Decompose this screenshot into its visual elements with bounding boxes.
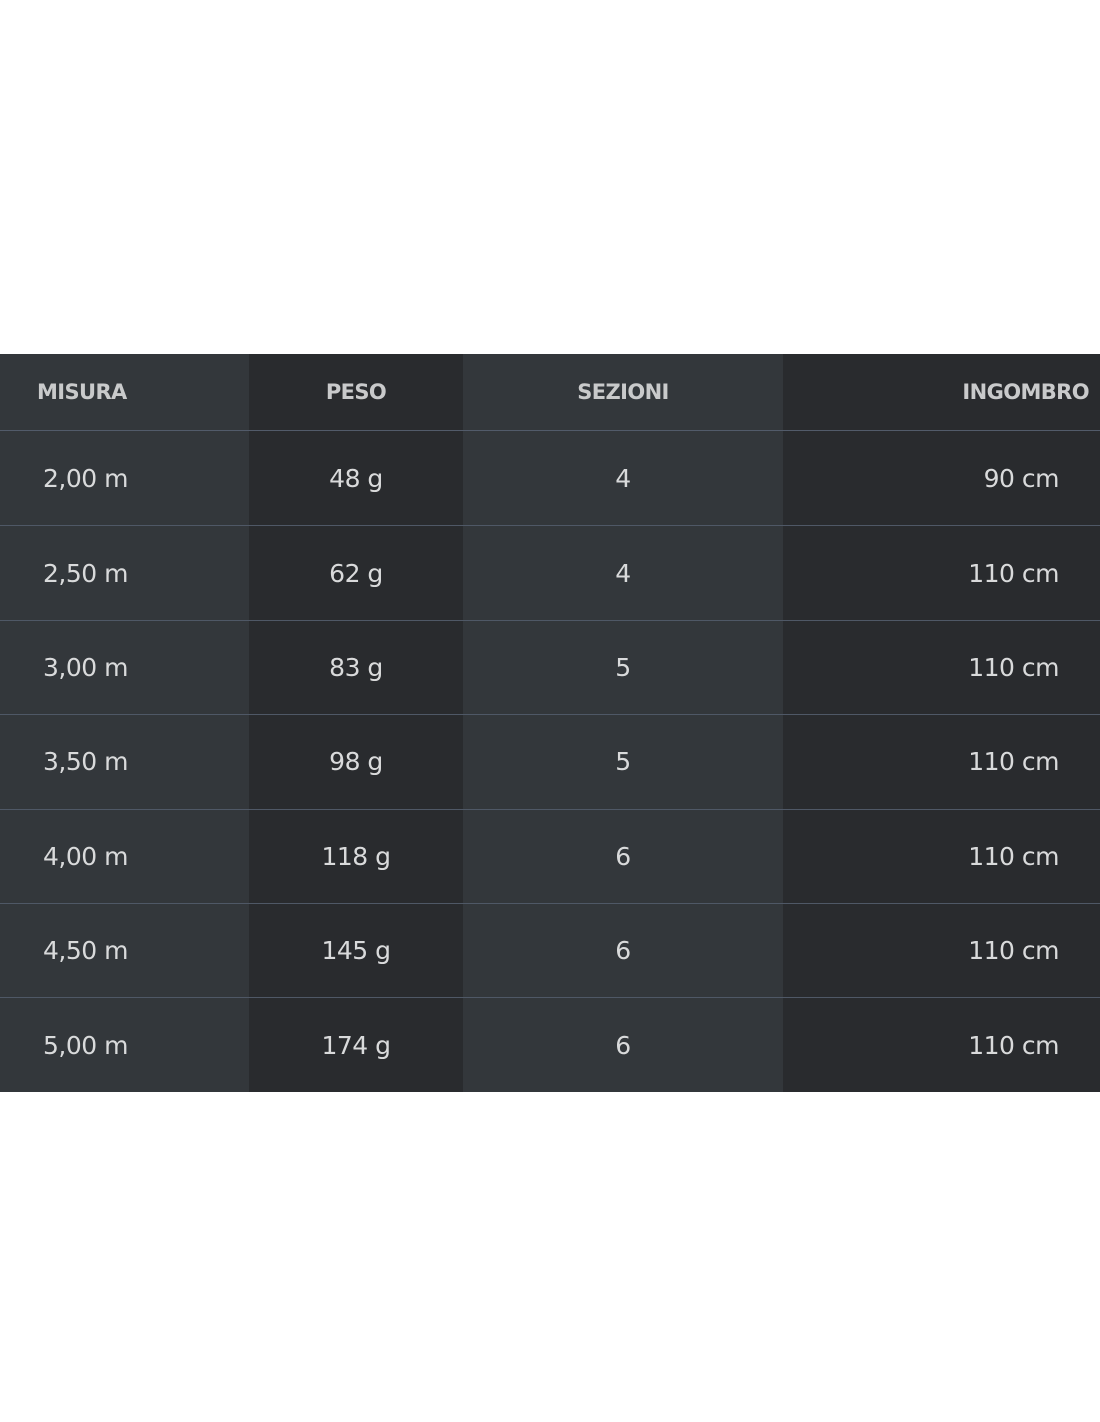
cell-peso: 145 g [249, 902, 463, 998]
cell-ingombro: 110 cm [783, 714, 1100, 809]
cell-misura: 2,50 m [0, 525, 249, 620]
cell-ingombro: 90 cm [783, 431, 1100, 526]
cell-misura: 5,00 m [0, 997, 249, 1092]
cell-peso: 48 g [249, 431, 463, 526]
cell-ingombro: 110 cm [783, 997, 1100, 1092]
cell-peso: 62 g [249, 525, 463, 620]
column-header-peso: PESO [249, 354, 463, 431]
cell-sezioni: 6 [463, 997, 783, 1092]
cell-peso: 174 g [249, 997, 463, 1092]
cell-ingombro: 110 cm [783, 619, 1100, 715]
cell-ingombro: 110 cm [783, 525, 1100, 620]
cell-sezioni: 5 [463, 619, 783, 715]
cell-misura: 4,00 m [0, 808, 249, 903]
cell-sezioni: 6 [463, 902, 783, 998]
cell-sezioni: 4 [463, 431, 783, 526]
cell-peso: 118 g [249, 808, 463, 903]
cell-misura: 3,00 m [0, 619, 249, 715]
column-header-sezioni: SEZIONI [463, 354, 783, 431]
cell-peso: 98 g [249, 714, 463, 809]
column-header-ingombro: INGOMBRO [783, 354, 1100, 431]
cell-sezioni: 6 [463, 808, 783, 903]
cell-sezioni: 5 [463, 714, 783, 809]
cell-misura: 2,00 m [0, 431, 249, 526]
column-header-misura: MISURA [0, 354, 249, 431]
cell-ingombro: 110 cm [783, 902, 1100, 998]
cell-peso: 83 g [249, 619, 463, 715]
cell-misura: 4,50 m [0, 902, 249, 998]
cell-sezioni: 4 [463, 525, 783, 620]
cell-ingombro: 110 cm [783, 808, 1100, 903]
cell-misura: 3,50 m [0, 714, 249, 809]
spec-table: MISURA PESO SEZIONI INGOMBRO 2,00 m 48 g… [0, 354, 1100, 1092]
